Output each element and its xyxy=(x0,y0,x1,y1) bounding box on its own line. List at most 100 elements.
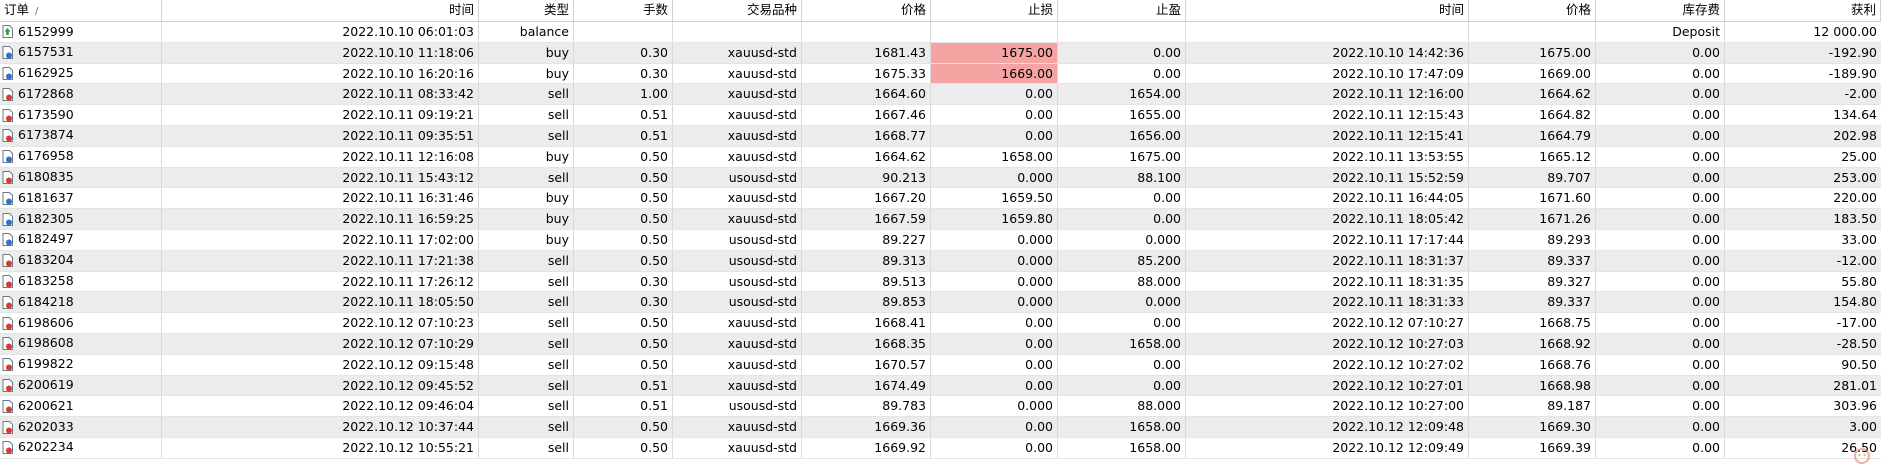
table-row[interactable]: 6176958 2022.10.11 12:16:08 buy 0.50 xauusd-… xyxy=(0,146,1881,168)
header-open-price[interactable]: 价格 xyxy=(802,0,931,21)
table-row[interactable]: 6173590 2022.10.11 09:19:21 sell 0.51 xauusd… xyxy=(0,105,1881,126)
swap: 0.00 xyxy=(1692,294,1720,310)
open-price: 1669.92 xyxy=(874,439,926,455)
table-row[interactable]: 6198606 2022.10.12 07:10:23 sell 0.50 xauusd… xyxy=(0,313,1881,334)
close-price: 1664.82 xyxy=(1539,107,1591,123)
profit: -192.90 xyxy=(1828,44,1877,60)
open-time-cell: 2022.10.11 17:26:12 xyxy=(162,271,479,292)
swap: 0.00 xyxy=(1692,231,1720,247)
profit: 220.00 xyxy=(1833,190,1877,206)
stop-loss: 0.00 xyxy=(1025,86,1053,102)
order-id: 6182305 xyxy=(18,210,74,226)
swap-cell: 0.00 xyxy=(1596,396,1725,417)
open-time: 2022.10.11 17:26:12 xyxy=(342,273,474,289)
table-row[interactable]: 6183204 2022.10.11 17:21:38 sell 0.50 usousd… xyxy=(0,250,1881,272)
close-time-cell: 2022.10.12 10:27:02 xyxy=(1186,354,1469,375)
table-row[interactable]: 6173874 2022.10.11 09:35:51 sell 0.51 xauusd… xyxy=(0,125,1881,147)
swap: 0.00 xyxy=(1692,439,1720,455)
table-row[interactable]: 6183258 2022.10.11 17:26:12 sell 0.30 usousd… xyxy=(0,271,1881,293)
swap-cell: 0.00 xyxy=(1596,84,1725,105)
swap: 0.00 xyxy=(1692,107,1720,123)
header-close-time[interactable]: 时间 xyxy=(1186,0,1469,21)
header-take-profit[interactable]: 止盈 xyxy=(1058,0,1186,21)
close-price-cell: 1664.82 xyxy=(1469,105,1596,125)
table-row[interactable]: 6182305 2022.10.11 16:59:25 buy 0.50 xauusd-… xyxy=(0,209,1881,230)
table-row[interactable]: 6200619 2022.10.12 09:45:52 sell 0.51 xauusd… xyxy=(0,375,1881,397)
header-profit[interactable]: 获利 xyxy=(1725,0,1881,21)
table-row[interactable]: 6202234 2022.10.12 10:55:21 sell 0.50 xauusd… xyxy=(0,437,1881,459)
header-order[interactable]: 订单 / xyxy=(0,0,162,21)
open-price: 1668.41 xyxy=(874,315,926,331)
symbol: xauusd-std xyxy=(727,44,797,60)
profit-cell: 281.01 xyxy=(1725,376,1881,396)
symbol-cell: xauusd-std xyxy=(673,63,802,84)
open-price: 89.313 xyxy=(882,252,926,268)
header-label: 库存费 xyxy=(1682,2,1720,17)
symbol-cell: xauusd-std xyxy=(673,125,802,146)
order-id-cell: 6199822 xyxy=(0,354,162,375)
table-row[interactable]: 6182497 2022.10.11 17:02:00 buy 0.50 usousd-… xyxy=(0,229,1881,251)
order-id: 6184218 xyxy=(18,293,74,309)
symbol: xauusd-std xyxy=(727,148,797,164)
close-price-cell: 1669.30 xyxy=(1469,417,1596,437)
volume-cell: 0.51 xyxy=(574,125,673,146)
close-price-cell: 1671.26 xyxy=(1469,209,1596,229)
close-price: 1664.79 xyxy=(1539,127,1591,143)
close-time: 2022.10.12 12:09:48 xyxy=(1332,419,1464,435)
order-id-cell: 6198606 xyxy=(0,313,162,333)
swap: 0.00 xyxy=(1692,65,1720,81)
open-time: 2022.10.10 06:01:03 xyxy=(342,24,474,39)
symbol: xauusd-std xyxy=(727,419,797,435)
close-price: 89.187 xyxy=(1547,398,1591,414)
open-time-cell: 2022.10.11 09:19:21 xyxy=(162,105,479,125)
close-price: 89.293 xyxy=(1547,231,1591,247)
take-profit: 1658.00 xyxy=(1129,439,1181,455)
stop-loss: 1669.00 xyxy=(1001,65,1053,81)
header-stop-loss[interactable]: 止损 xyxy=(931,0,1058,21)
sell-order-icon xyxy=(2,274,13,288)
symbol-cell: usousd-std xyxy=(673,250,802,271)
close-price-cell: 1668.75 xyxy=(1469,313,1596,333)
table-row[interactable]: 6199822 2022.10.12 09:15:48 sell 0.50 xauusd… xyxy=(0,354,1881,376)
header-close-price[interactable]: 价格 xyxy=(1469,0,1596,21)
order-id: 6173874 xyxy=(18,127,74,143)
table-row[interactable]: 6181637 2022.10.11 16:31:46 buy 0.50 xauusd-… xyxy=(0,188,1881,210)
table-row[interactable]: 6162925 2022.10.10 16:20:16 buy 0.30 xauusd-… xyxy=(0,63,1881,85)
table-row[interactable]: 6172868 2022.10.11 08:33:42 sell 1.00 xauusd… xyxy=(0,84,1881,106)
table-row[interactable]: 6200621 2022.10.12 09:46:04 sell 0.51 usousd… xyxy=(0,396,1881,418)
table-row[interactable]: 6198608 2022.10.12 07:10:29 sell 0.50 xauusd… xyxy=(0,333,1881,355)
table-row[interactable]: 6202033 2022.10.12 10:37:44 sell 0.50 xauusd… xyxy=(0,417,1881,438)
trade-type-cell: buy xyxy=(479,188,574,209)
stop-loss: 0.00 xyxy=(1025,377,1053,393)
order-id: 6198606 xyxy=(18,314,74,330)
symbol: xauusd-std xyxy=(727,315,797,331)
open-price-cell: 89.313 xyxy=(802,250,931,271)
order-id: 6173590 xyxy=(18,106,74,122)
open-time-cell: 2022.10.11 08:33:42 xyxy=(162,84,479,105)
open-price: 1674.49 xyxy=(874,377,926,393)
table-row[interactable]: 6180835 2022.10.11 15:43:12 sell 0.50 usousd… xyxy=(0,167,1881,189)
close-time: 2022.10.10 17:47:09 xyxy=(1332,65,1464,81)
symbol-cell: xauusd-std xyxy=(673,375,802,396)
header-swap[interactable]: 库存费 xyxy=(1596,0,1725,21)
trade-type: sell xyxy=(547,127,569,143)
volume: 0.51 xyxy=(640,107,668,123)
open-price-cell: 1669.92 xyxy=(802,437,931,458)
header-symbol[interactable]: 交易品种 xyxy=(673,0,802,21)
profit-cell: 134.64 xyxy=(1725,105,1881,125)
swap-cell: 0.00 xyxy=(1596,313,1725,333)
close-price-cell: 1669.00 xyxy=(1469,63,1596,84)
table-row[interactable]: 6152999 2022.10.10 06:01:03 balance Deposit… xyxy=(0,22,1881,43)
take-profit: 1656.00 xyxy=(1129,127,1181,143)
header-open-time[interactable]: 时间 xyxy=(162,0,479,21)
header-volume[interactable]: 手数 xyxy=(574,0,673,21)
profit-cell: -189.90 xyxy=(1725,64,1881,84)
volume: 0.30 xyxy=(640,294,668,310)
trade-type: sell xyxy=(547,169,569,185)
profit: 25.00 xyxy=(1841,148,1877,164)
sell-order-icon xyxy=(2,254,13,268)
header-type[interactable]: 类型 xyxy=(479,0,574,21)
table-row[interactable]: 6157531 2022.10.10 11:18:06 buy 0.30 xauusd-… xyxy=(0,42,1881,64)
swap: 0.00 xyxy=(1692,356,1720,372)
table-row[interactable]: 6184218 2022.10.11 18:05:50 sell 0.30 usousd… xyxy=(0,292,1881,314)
